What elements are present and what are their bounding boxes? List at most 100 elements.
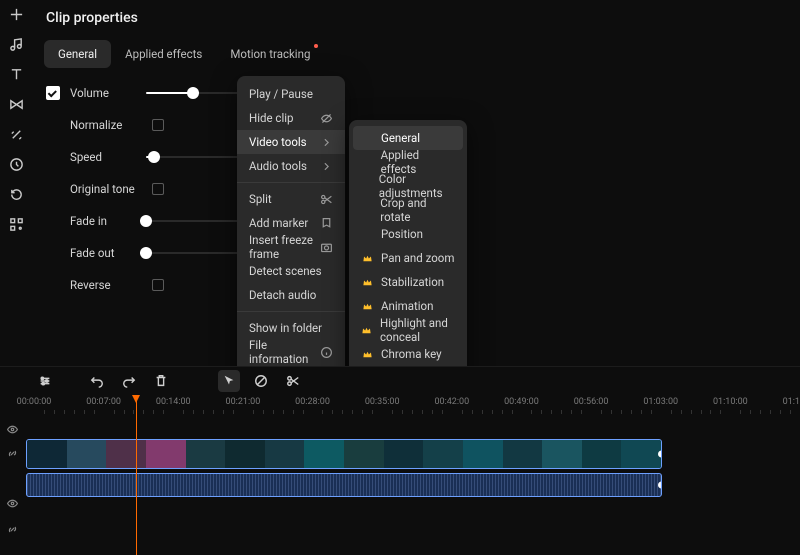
submenu-stabilization[interactable]: Stabilization (349, 270, 467, 294)
tab-label: Motion tracking (230, 47, 310, 61)
menu-video-tools[interactable]: Video tools (237, 130, 345, 154)
menu-show-in-folder[interactable]: Show in folder (237, 316, 345, 340)
crown-icon (361, 252, 373, 264)
effects-icon[interactable] (8, 126, 24, 142)
original-tone-checkbox[interactable] (152, 183, 164, 195)
playhead[interactable] (136, 396, 137, 555)
timeline-ruler[interactable]: 00:00:0000:07:0000:14:0000:21:0000:28:00… (34, 395, 800, 417)
clock-icon[interactable] (8, 156, 24, 172)
timeline: 00:00:0000:07:0000:14:0000:21:0000:28:00… (0, 366, 800, 555)
menu-insert-freeze[interactable]: Insert freeze frame (237, 235, 345, 259)
submenu-label: General (381, 131, 420, 145)
ruler-tick: 00:14:00 (156, 397, 191, 407)
prop-reverse: Reverse (46, 276, 248, 294)
menu-label: Insert freeze frame (249, 233, 320, 261)
prop-label: Fade out (70, 246, 146, 260)
submenu-color-adjustments[interactable]: Color adjustments (349, 174, 467, 198)
menu-detect-scenes[interactable]: Detect scenes (237, 259, 345, 283)
more-icon[interactable] (8, 216, 24, 232)
page-title: Clip properties (32, 0, 800, 32)
settings-icon[interactable] (34, 370, 56, 392)
info-icon (320, 345, 333, 359)
prop-label: Normalize (70, 118, 146, 132)
prop-label: Reverse (70, 278, 146, 292)
menu-label: Video tools (249, 135, 307, 149)
submenu-pan-zoom[interactable]: Pan and zoom (349, 246, 467, 270)
normalize-checkbox[interactable] (152, 119, 164, 131)
submenu-label: Crop and rotate (380, 196, 455, 224)
prop-speed: Speed (46, 148, 248, 166)
crown-icon (361, 324, 372, 336)
submenu-crop-rotate[interactable]: Crop and rotate (349, 198, 467, 222)
reverse-checkbox[interactable] (152, 279, 164, 291)
scissors-icon (319, 192, 333, 206)
prop-original-tone: Original tone (46, 180, 248, 198)
redo-icon[interactable] (118, 370, 140, 392)
submenu-applied-effects[interactable]: Applied effects (349, 150, 467, 174)
crown-icon (361, 348, 373, 360)
menu-label: Audio tools (249, 159, 307, 173)
tab-general[interactable]: General (44, 40, 111, 68)
track-controls-video (6, 423, 20, 461)
submenu-animation[interactable]: Animation (349, 294, 467, 318)
submenu-chroma-key[interactable]: Chroma key (349, 342, 467, 366)
volume-slider[interactable] (146, 92, 248, 94)
tracks (0, 419, 800, 555)
tab-label: General (58, 47, 97, 61)
crown-icon (361, 300, 373, 312)
rotate-icon[interactable] (8, 186, 24, 202)
ruler-tick: 00:28:00 (295, 397, 330, 407)
music-icon[interactable] (8, 36, 24, 52)
prop-fade-in: Fade in (46, 212, 248, 230)
menu-label: Hide clip (249, 111, 294, 125)
eye-icon[interactable] (6, 497, 19, 513)
text-icon[interactable] (8, 66, 24, 82)
volume-checkbox[interactable] (46, 86, 60, 100)
menu-detach-audio[interactable]: Detach audio (237, 283, 345, 307)
transition-icon[interactable] (8, 96, 24, 112)
disable-icon[interactable] (250, 370, 272, 392)
menu-label: Add marker (249, 216, 308, 230)
fade-out-slider[interactable] (146, 252, 248, 254)
menu-audio-tools[interactable]: Audio tools (237, 154, 345, 178)
prop-label: Fade in (70, 214, 146, 228)
tab-applied-effects[interactable]: Applied effects (111, 40, 216, 68)
cursor-icon[interactable] (218, 370, 240, 392)
link-icon[interactable] (6, 447, 20, 461)
fade-in-slider[interactable] (146, 220, 248, 222)
submenu-label: Highlight and conceal (380, 316, 455, 344)
menu-file-information[interactable]: File information (237, 340, 345, 364)
split-icon[interactable] (282, 370, 304, 392)
crown-icon (361, 276, 373, 288)
link-icon[interactable] (6, 523, 19, 539)
prop-label: Volume (70, 86, 146, 100)
ruler-tick: 01:17:00 (783, 397, 800, 407)
marker-icon (319, 216, 333, 230)
undo-icon[interactable] (86, 370, 108, 392)
submenu-highlight-conceal[interactable]: Highlight and conceal (349, 318, 467, 342)
ruler-tick: 00:49:00 (504, 397, 539, 407)
ruler-tick: 01:03:00 (643, 397, 678, 407)
video-clip[interactable] (26, 439, 662, 469)
submenu-label: Chroma key (381, 347, 442, 361)
delete-icon[interactable] (150, 370, 172, 392)
menu-add-marker[interactable]: Add marker (237, 211, 345, 235)
submenu-position[interactable]: Position (349, 222, 467, 246)
menu-hide-clip[interactable]: Hide clip (237, 106, 345, 130)
menu-split[interactable]: Split (237, 187, 345, 211)
eye-icon[interactable] (6, 423, 20, 437)
ruler-tick: 00:21:00 (226, 397, 261, 407)
tab-motion-tracking[interactable]: Motion tracking (216, 40, 324, 68)
tab-label: Applied effects (125, 47, 202, 61)
clip-handle[interactable] (658, 482, 662, 489)
menu-label: Detect scenes (249, 264, 322, 278)
menu-play-pause[interactable]: Play / Pause (237, 82, 345, 106)
add-icon[interactable] (8, 6, 24, 22)
camera-icon (320, 240, 333, 254)
prop-fade-out: Fade out (46, 244, 248, 262)
audio-clip[interactable] (26, 473, 662, 497)
speed-slider[interactable] (146, 156, 248, 158)
tabs: General Applied effects Motion tracking (32, 40, 800, 68)
clip-handle[interactable] (658, 451, 662, 458)
submenu-general[interactable]: General (353, 126, 463, 150)
